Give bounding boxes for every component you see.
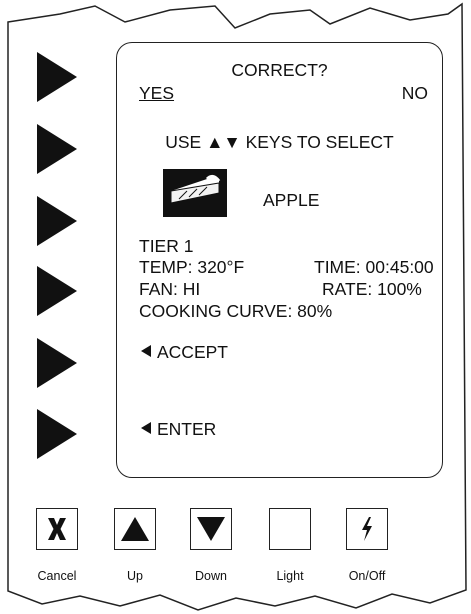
up-label: Up	[127, 569, 143, 583]
screen-title: CORRECT?	[231, 60, 328, 80]
light-button[interactable]	[269, 508, 311, 550]
triangle-right-icon	[37, 409, 77, 459]
up-triangle-icon	[121, 517, 149, 541]
x-icon	[48, 518, 66, 540]
no-option[interactable]: NO	[402, 84, 428, 103]
triangle-right-icon	[37, 124, 77, 174]
triangle-right-icon	[37, 338, 77, 388]
triangle-right-icon	[37, 52, 77, 102]
cancel-button[interactable]	[36, 508, 78, 550]
lightning-icon	[362, 517, 372, 541]
temperature-value: TEMP: 320°F	[139, 257, 245, 277]
instruction-text: USE ▲▼ KEYS TO SELECT	[165, 132, 394, 152]
left-arrow-icon	[141, 345, 151, 357]
on-off-label: On/Off	[348, 569, 386, 583]
time-value: TIME: 00:45:00	[314, 257, 434, 277]
fan-value: FAN: HI	[139, 279, 201, 299]
enter-action[interactable]: ENTER	[141, 419, 217, 439]
side-button-6[interactable]	[37, 409, 77, 459]
side-button-2[interactable]	[37, 124, 77, 174]
rate-value: RATE: 100%	[322, 279, 422, 299]
side-button-4[interactable]	[37, 266, 77, 316]
left-arrow-icon	[141, 422, 151, 434]
display-screen: CORRECT? YES NO USE ▲▼ KEYS TO SELECT AP…	[116, 42, 443, 478]
pie-icon	[163, 169, 227, 217]
yes-option[interactable]: YES	[139, 84, 174, 103]
accept-label: ACCEPT	[157, 342, 228, 362]
side-button-3[interactable]	[37, 196, 77, 246]
side-button-5[interactable]	[37, 338, 77, 388]
side-button-1[interactable]	[37, 52, 77, 102]
product-name: APPLE	[263, 190, 320, 210]
enter-label: ENTER	[157, 419, 217, 439]
on-off-button[interactable]	[346, 508, 388, 550]
light-label: Light	[276, 569, 304, 583]
cancel-label: Cancel	[37, 569, 77, 583]
triangle-right-icon	[37, 196, 77, 246]
down-label: Down	[195, 569, 227, 583]
up-button[interactable]	[114, 508, 156, 550]
accept-action[interactable]: ACCEPT	[141, 342, 228, 362]
tier-label: TIER 1	[139, 236, 194, 256]
down-button[interactable]	[190, 508, 232, 550]
down-triangle-icon	[197, 517, 225, 541]
triangle-right-icon	[37, 266, 77, 316]
cooking-curve-value: COOKING CURVE: 80%	[139, 301, 333, 321]
